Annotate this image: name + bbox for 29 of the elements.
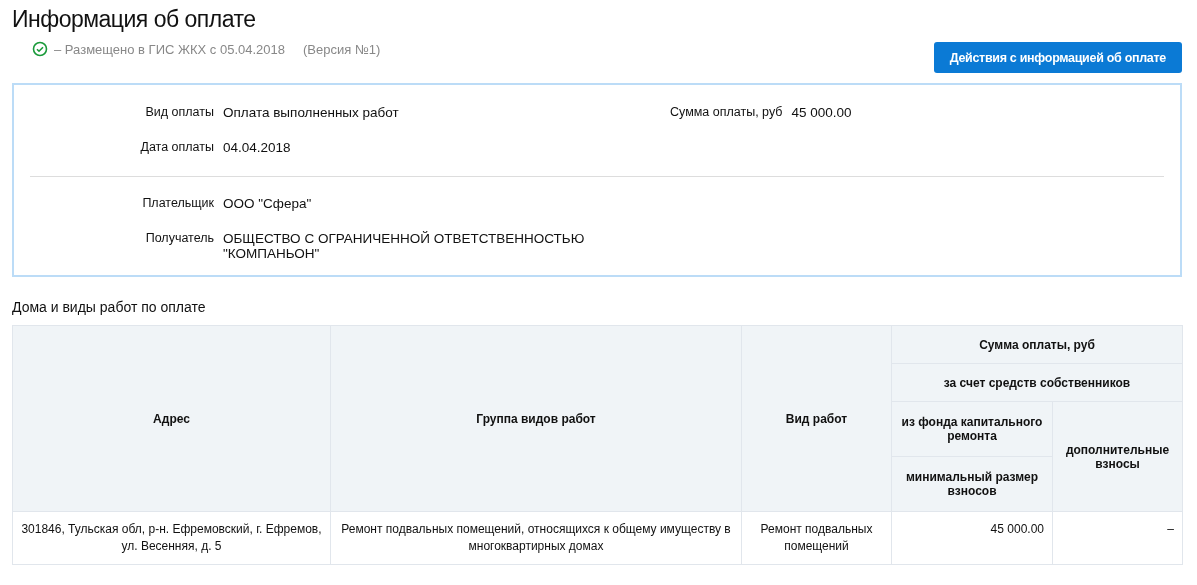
actions-button[interactable]: Действия с информацией об оплате [933, 42, 1182, 73]
column-header: из фонда капитального ремонта [891, 401, 1053, 457]
check-circle-icon [32, 41, 48, 57]
field-label: Дата оплаты [139, 140, 214, 155]
field-value: ООО "Сфера" [223, 196, 313, 211]
field-label: Сумма оплаты, руб [670, 105, 783, 120]
field-value: Оплата выполненных работ [223, 105, 400, 120]
page-title: Информация об оплате [12, 5, 257, 33]
field-value: 04.04.2018 [223, 140, 292, 155]
column-header: дополнительные взносы [1052, 401, 1183, 512]
status-text: – Размещено в ГИС ЖКХ с 05.04.2018 [54, 41, 286, 57]
column-header: минимальный размер взносов [891, 456, 1053, 512]
table-cell: Ремонт подвальных помещений, относящихся к общему имуществу в многоквартирных домах [330, 511, 742, 565]
field-label: Получатель [144, 231, 214, 247]
column-header: Сумма оплаты, руб [891, 325, 1183, 364]
table-cell: Ремонт подвальных помещений [741, 511, 892, 565]
table-cell: – [1052, 511, 1183, 565]
field-value: 45 000.00 [791, 105, 852, 120]
column-header: за счет средств собственников [891, 363, 1183, 402]
column-header: Группа видов работ [330, 325, 742, 512]
version-text: (Версия №1) [303, 41, 381, 57]
table-cell: 301846, Тульская обл, р-н. Ефремовский, г. Ефремов, ул. Весенняя, д. 5 [12, 511, 331, 565]
section-title: Дома и виды работ по оплате [12, 299, 207, 315]
field-label: Вид оплаты [144, 105, 214, 120]
column-header: Адрес [12, 325, 331, 512]
field-value: ОБЩЕСТВО С ОГРАНИЧЕННОЙ ОТВЕТСТВЕННОСТЬЮ "КОМПАНЬОН" [223, 231, 586, 261]
table-cell: 45 000.00 [891, 511, 1053, 565]
column-header: Вид работ [741, 325, 892, 512]
field-label: Плательщик [141, 196, 214, 211]
